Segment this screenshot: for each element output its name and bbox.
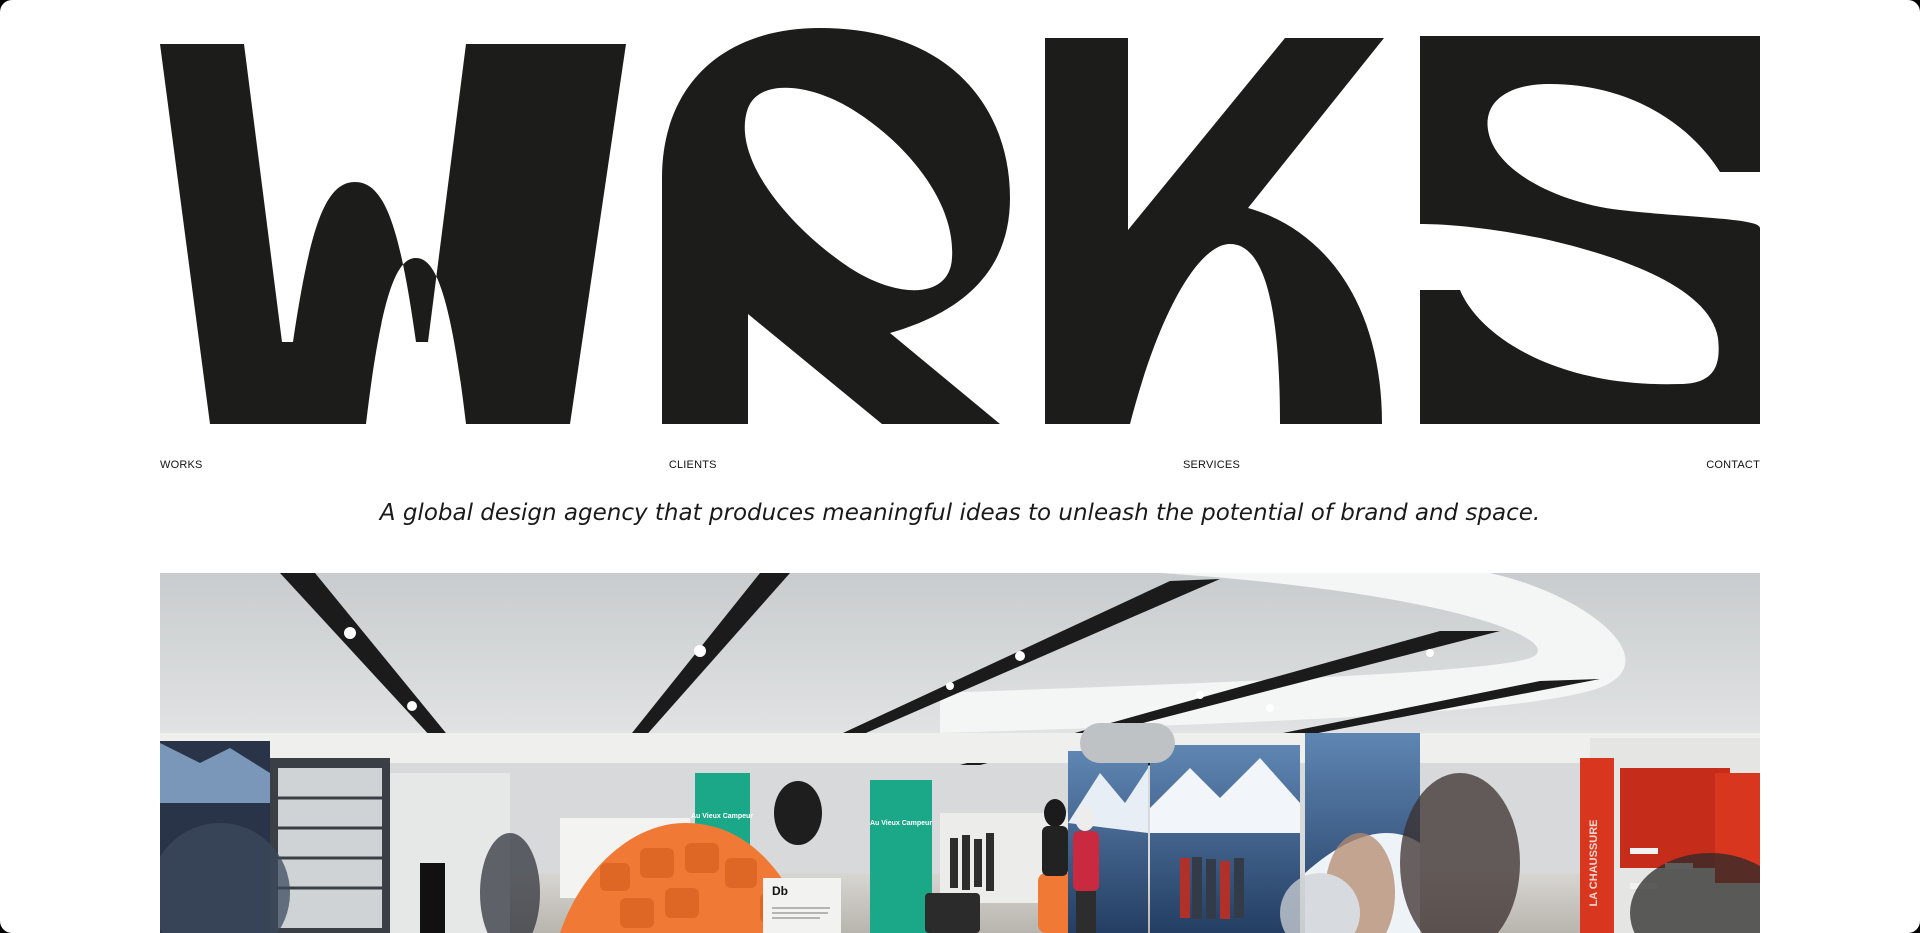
logo-letter-k (1045, 38, 1384, 424)
teal-pillar (870, 780, 932, 933)
nav-contact[interactable]: CONTACT (1706, 459, 1760, 471)
wrks-logo-mark (160, 28, 1760, 424)
logo-letter-w (160, 44, 626, 424)
display-card-logo: Db (772, 884, 788, 898)
page: WORKS CLIENTS SERVICES CONTACT A global … (0, 0, 1920, 933)
hero-image[interactable]: Au Vieux Campeur Au Vieux Campeur Db LA … (160, 573, 1760, 933)
store-interior-illustration: Au Vieux Campeur Au Vieux Campeur Db LA … (160, 573, 1760, 933)
logo-letter-r (662, 28, 1010, 424)
main-nav: WORKS CLIENTS SERVICES CONTACT (160, 458, 1760, 472)
nav-services[interactable]: SERVICES (1183, 459, 1240, 471)
pillar-sign-left: Au Vieux Campeur (691, 813, 753, 820)
nav-works[interactable]: WORKS (160, 459, 203, 471)
nav-clients[interactable]: CLIENTS (669, 459, 717, 471)
tagline: A global design agency that produces mea… (379, 500, 1541, 526)
logo-letter-s (1420, 36, 1760, 424)
shop-vertical-sign: LA CHAUSSURE (1588, 820, 1600, 907)
pillar-sign-right: Au Vieux Campeur (870, 820, 932, 827)
wrks-logo[interactable] (160, 28, 1760, 428)
